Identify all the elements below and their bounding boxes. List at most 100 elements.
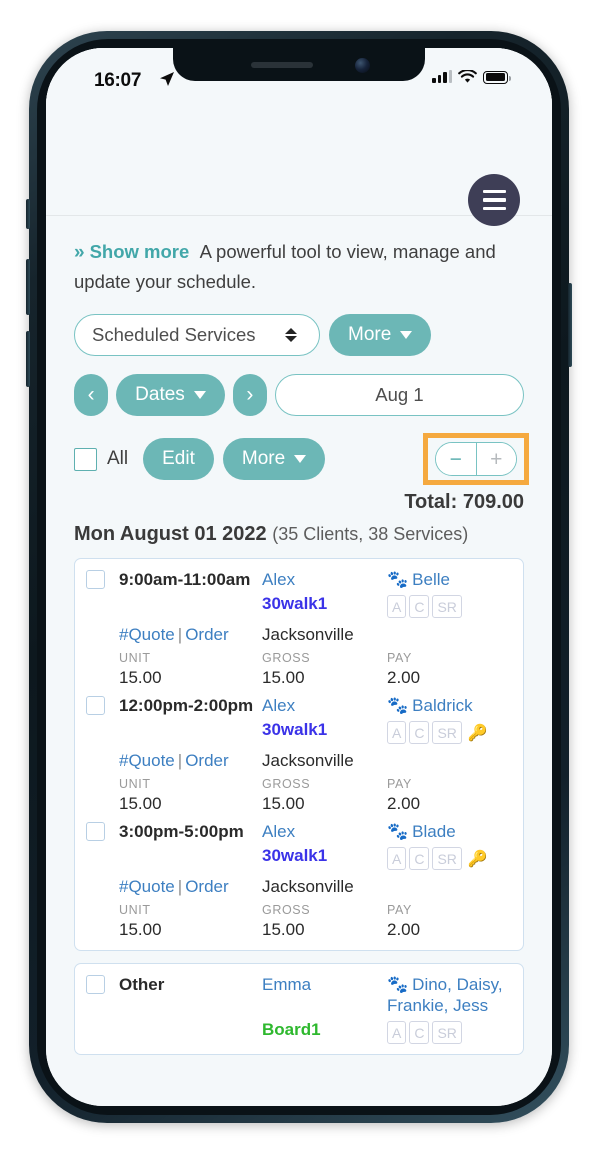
badge-sr[interactable]: SR xyxy=(432,847,462,870)
filters-more-button[interactable]: More xyxy=(329,314,432,356)
service-row-checkbox[interactable] xyxy=(86,696,105,715)
service-links: #Quote | Order xyxy=(119,750,262,771)
action-row: All Edit More − + xyxy=(74,433,529,485)
service-pets[interactable]: 🐾 Baldrick xyxy=(387,695,512,716)
badge-c[interactable]: C xyxy=(409,721,430,744)
service-staff[interactable]: Emma xyxy=(262,974,387,995)
service-code[interactable]: 30walk1 xyxy=(262,845,387,867)
order-link[interactable]: Order xyxy=(185,877,228,896)
badge-a[interactable]: A xyxy=(387,721,407,744)
badge-sr[interactable]: SR xyxy=(432,721,462,744)
service-pets[interactable]: 🐾 Belle xyxy=(387,569,512,590)
zoom-in-button[interactable]: + xyxy=(476,443,516,475)
gross-value: 15.00 xyxy=(262,668,305,687)
service-city: Jacksonville xyxy=(262,751,354,770)
dates-button[interactable]: Dates xyxy=(116,374,225,416)
cellular-signal-icon xyxy=(432,70,452,83)
day-header-counts: (35 Clients, 38 Services) xyxy=(272,524,469,544)
service-pets[interactable]: 🐾 Dino, Daisy, Frankie, Jess xyxy=(387,974,512,1016)
service-row-checkbox[interactable] xyxy=(86,975,105,994)
service-badges: A C SR xyxy=(387,595,512,618)
service-card: Other Emma 🐾 Dino, Daisy, Frankie, Jess Boar… xyxy=(74,963,524,1055)
badge-a[interactable]: A xyxy=(387,595,407,618)
badge-a[interactable]: A xyxy=(387,1021,407,1044)
view-select[interactable]: Scheduled Services xyxy=(74,314,320,356)
badge-c[interactable]: C xyxy=(409,1021,430,1044)
order-link[interactable]: Order xyxy=(185,751,228,770)
service-code[interactable]: Board1 xyxy=(262,1019,387,1041)
link-separator: | xyxy=(177,625,183,644)
badge-sr[interactable]: SR xyxy=(432,1021,462,1044)
service-row-checkbox[interactable] xyxy=(86,570,105,589)
badge-a[interactable]: A xyxy=(387,847,407,870)
intro-text: » Show more A powerful tool to view, mana… xyxy=(74,237,524,296)
service-city: Jacksonville xyxy=(262,877,354,896)
service-staff[interactable]: Alex xyxy=(262,695,387,716)
service-links: #Quote | Order xyxy=(119,876,262,897)
dates-button-label: Dates xyxy=(135,384,185,405)
quote-link[interactable]: #Quote xyxy=(119,751,175,770)
phone-power-button xyxy=(568,283,572,367)
unit-value: 15.00 xyxy=(119,920,162,939)
gross-value: 15.00 xyxy=(262,794,305,813)
wifi-icon xyxy=(458,70,477,83)
badge-c[interactable]: C xyxy=(409,595,430,618)
phone-device-frame: 16:07 » Show more A powerful tool to vie… xyxy=(26,31,572,1123)
chevron-down-icon xyxy=(193,391,206,399)
key-icon: 🔑 xyxy=(467,724,488,742)
next-date-button[interactable]: › xyxy=(232,374,267,416)
badge-sr[interactable]: SR xyxy=(432,595,462,618)
service-staff[interactable]: Alex xyxy=(262,569,387,590)
key-icon: 🔑 xyxy=(467,850,488,868)
phone-volume-up-button xyxy=(26,259,30,315)
select-all-checkbox[interactable] xyxy=(74,447,97,471)
select-updown-icon xyxy=(285,328,297,342)
phone-mute-switch xyxy=(26,199,30,229)
show-more-link[interactable]: Show more xyxy=(90,241,190,262)
prev-date-button[interactable]: ‹ xyxy=(74,374,109,416)
day-header-date: Mon August 01 2022 xyxy=(74,523,267,545)
unit-label: UNIT xyxy=(119,903,151,917)
main-content: » Show more A powerful tool to view, mana… xyxy=(46,216,552,1106)
service-code[interactable]: 30walk1 xyxy=(262,593,387,615)
gross-value: 15.00 xyxy=(262,920,305,939)
date-input[interactable] xyxy=(274,374,524,416)
pay-label: PAY xyxy=(387,903,412,917)
paw-icon: 🐾 xyxy=(387,570,409,589)
service-badges: A C SR xyxy=(387,1021,512,1044)
status-bar-time: 16:07 xyxy=(94,70,142,91)
zoom-out-button[interactable]: − xyxy=(436,443,477,475)
filter-row: Scheduled Services More xyxy=(74,314,524,356)
pay-value: 2.00 xyxy=(387,794,421,813)
pay-value: 2.00 xyxy=(387,668,421,687)
service-row: Other Emma 🐾 Dino, Daisy, Frankie, Jess Boar… xyxy=(86,973,512,1046)
phone-screen: 16:07 » Show more A powerful tool to vie… xyxy=(46,48,552,1106)
unit-label: UNIT xyxy=(119,651,151,665)
service-time: 12:00pm-2:00pm xyxy=(119,696,254,715)
paw-icon: 🐾 xyxy=(387,822,409,841)
service-pets[interactable]: 🐾 Blade xyxy=(387,821,512,842)
front-camera-icon xyxy=(355,58,370,73)
badge-c[interactable]: C xyxy=(409,847,430,870)
battery-full-icon xyxy=(483,70,511,84)
service-row-checkbox[interactable] xyxy=(86,822,105,841)
app-viewport: 16:07 » Show more A powerful tool to vie… xyxy=(46,48,552,1106)
quote-link[interactable]: #Quote xyxy=(119,625,175,644)
chevron-down-icon xyxy=(400,331,413,339)
date-navigation-row: ‹ Dates › xyxy=(74,374,524,416)
pay-value: 2.00 xyxy=(387,920,421,939)
service-links: #Quote | Order xyxy=(119,624,262,645)
hamburger-menu-icon[interactable] xyxy=(468,174,520,226)
earpiece-speaker xyxy=(251,62,313,68)
link-separator: | xyxy=(177,877,183,896)
location-arrow-icon xyxy=(160,72,174,86)
chevron-down-icon xyxy=(294,455,307,463)
edit-button[interactable]: Edit xyxy=(143,438,214,480)
service-code[interactable]: 30walk1 xyxy=(262,719,387,741)
pay-label: PAY xyxy=(387,651,412,665)
zoom-control: − + xyxy=(435,442,517,476)
order-link[interactable]: Order xyxy=(185,625,228,644)
service-staff[interactable]: Alex xyxy=(262,821,387,842)
actions-more-button[interactable]: More xyxy=(222,438,326,480)
quote-link[interactable]: #Quote xyxy=(119,877,175,896)
